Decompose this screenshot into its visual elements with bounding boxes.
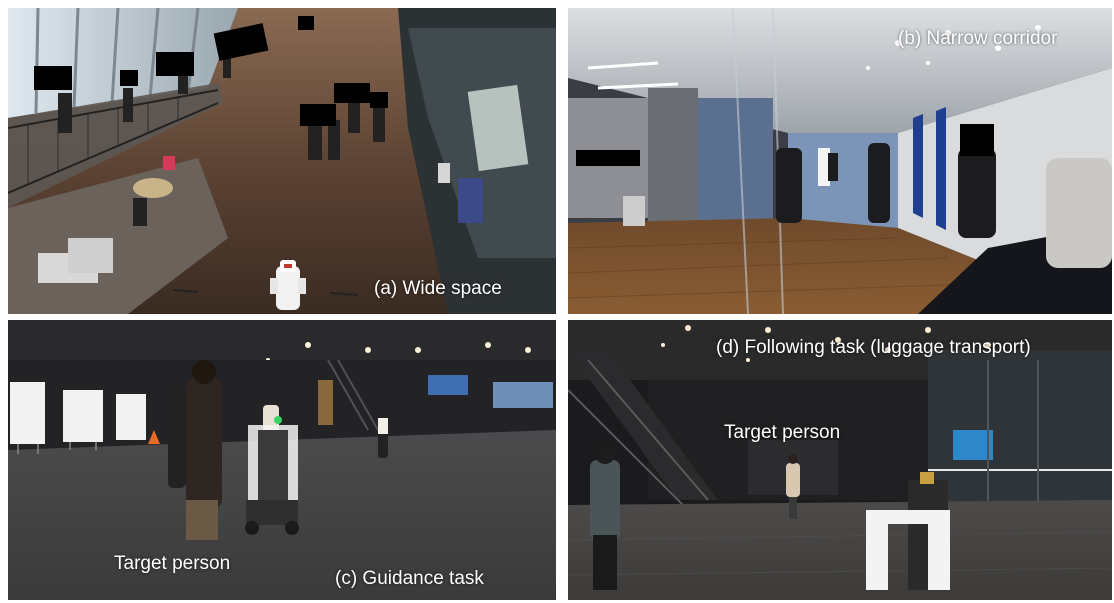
robot: [245, 416, 299, 535]
target-person-label: Target person: [114, 553, 231, 574]
narrow-corridor-scene: [568, 8, 1112, 314]
following-task-scene: [568, 320, 1112, 600]
photo-guidance-task: Target person (c) Guidance task: [8, 320, 556, 600]
caption-following-task: (d) Following task (luggage transport): [716, 337, 1031, 358]
caption-guidance-task: (c) Guidance task: [335, 568, 484, 589]
wide-space-scene: [8, 8, 556, 314]
target-person-label: Target person: [724, 422, 841, 443]
photo-narrow-corridor: (b) Narrow corridor: [568, 8, 1112, 314]
photo-wide-space: (a) Wide space: [8, 8, 556, 314]
photo-following-task: (d) Following task (luggage transport) T…: [568, 320, 1112, 600]
guidance-task-scene: [8, 320, 556, 600]
caption-narrow-corridor: (b) Narrow corridor: [898, 28, 1058, 49]
caption-wide-space: (a) Wide space: [374, 278, 502, 299]
